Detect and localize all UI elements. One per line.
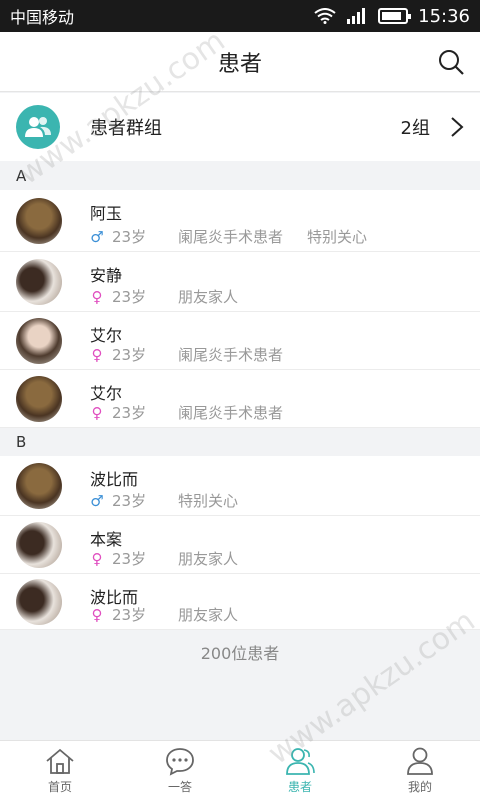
patient-tag: 特别关心 <box>307 228 368 246</box>
wifi-icon <box>314 8 336 24</box>
section-header-b: B <box>0 428 480 456</box>
group-count: 2组 <box>400 118 430 139</box>
patient-age: 23岁 <box>112 550 147 568</box>
patient-meta: ♂ 23岁 阑尾炎手术患者 特别关心 <box>88 226 391 247</box>
patient-count: 200位患者 <box>200 644 280 663</box>
clock: 15:36 <box>418 5 470 27</box>
tab-label: 我的 <box>407 780 432 794</box>
section-header-a: A <box>0 162 480 190</box>
patient-meta: ♀ 23岁 朋友家人 <box>88 548 262 569</box>
patient-name: 本案 <box>90 530 123 549</box>
female-icon: ♀ <box>91 345 103 364</box>
avatar <box>16 522 62 568</box>
patient-age: 23岁 <box>112 606 147 624</box>
tab-label: 患者 <box>287 780 312 794</box>
tab-me[interactable]: 我的 <box>360 741 480 800</box>
patients-icon <box>286 748 315 775</box>
battery-icon <box>378 8 412 24</box>
patient-meta: ♀ 23岁 朋友家人 <box>88 286 262 307</box>
search-icon[interactable] <box>436 47 466 77</box>
patient-row[interactable]: 波比而 ♂ 23岁 特别关心 <box>0 456 480 516</box>
patient-meta: ♀ 23岁 朋友家人 <box>88 604 262 625</box>
tab-qa[interactable]: 一答 <box>120 741 240 800</box>
tab-label: 首页 <box>47 780 72 794</box>
header: 患者 <box>0 32 480 92</box>
group-icon <box>16 105 60 149</box>
patient-name: 艾尔 <box>90 384 123 403</box>
patient-age: 23岁 <box>112 404 147 422</box>
patient-row[interactable]: 艾尔 ♀ 23岁 阑尾炎手术患者 <box>0 370 480 428</box>
avatar <box>16 318 62 364</box>
patient-age: 23岁 <box>112 288 147 306</box>
male-icon: ♂ <box>90 491 104 510</box>
avatar <box>16 579 62 625</box>
tab-label: 一答 <box>167 780 192 794</box>
patient-row[interactable]: 本案 ♀ 23岁 朋友家人 <box>0 516 480 574</box>
patient-row[interactable]: 安静 ♀ 23岁 朋友家人 <box>0 252 480 312</box>
tab-patients[interactable]: 患者 <box>240 741 360 800</box>
patient-tag: 阑尾炎手术患者 <box>178 228 284 246</box>
avatar <box>16 198 62 244</box>
patient-age: 23岁 <box>112 228 147 246</box>
female-icon: ♀ <box>91 605 103 624</box>
patient-name: 安静 <box>90 266 123 285</box>
patient-name: 艾尔 <box>90 326 123 345</box>
avatar <box>16 259 62 305</box>
female-icon: ♀ <box>91 287 103 306</box>
patient-age: 23岁 <box>112 346 147 364</box>
status-icons: 15:36 <box>314 6 470 27</box>
patient-group-row[interactable]: 患者群组 2组 <box>0 93 480 161</box>
female-icon: ♀ <box>91 549 103 568</box>
avatar <box>16 463 62 509</box>
patient-age: 23岁 <box>112 492 147 510</box>
patient-tag: 特别关心 <box>178 492 239 510</box>
patient-row[interactable]: 艾尔 ♀ 23岁 阑尾炎手术患者 <box>0 312 480 370</box>
patient-name: 波比而 <box>90 470 139 489</box>
patient-tag: 朋友家人 <box>178 550 239 568</box>
tab-bar: 首页 一答 患者 我的 <box>0 740 480 800</box>
patient-meta: ♀ 23岁 阑尾炎手术患者 <box>88 402 307 423</box>
chevron-right-icon <box>451 117 464 137</box>
carrier-label: 中国移动 <box>10 8 75 27</box>
user-icon <box>407 747 433 775</box>
chat-bubble-icon <box>166 748 194 776</box>
avatar <box>16 376 62 422</box>
group-label: 患者群组 <box>90 118 162 139</box>
female-icon: ♀ <box>91 403 103 422</box>
patient-name: 阿玉 <box>90 204 123 223</box>
tab-home[interactable]: 首页 <box>0 741 120 800</box>
status-bar: 中国移动 15:36 <box>0 0 480 32</box>
patient-tag: 阑尾炎手术患者 <box>178 404 284 422</box>
patient-tag: 朋友家人 <box>178 288 239 306</box>
page-title: 患者 <box>217 51 262 77</box>
male-icon: ♂ <box>90 227 104 246</box>
patient-meta: ♂ 23岁 特别关心 <box>88 490 262 511</box>
patient-tag: 阑尾炎手术患者 <box>178 346 284 364</box>
patient-meta: ♀ 23岁 阑尾炎手术患者 <box>88 344 307 365</box>
patient-row[interactable]: 波比而 ♀ 23岁 朋友家人 <box>0 574 480 630</box>
patient-tag: 朋友家人 <box>178 606 239 624</box>
signal-icon <box>347 8 366 24</box>
home-icon <box>46 748 74 774</box>
patient-row[interactable]: 阿玉 ♂ 23岁 阑尾炎手术患者 特别关心 <box>0 190 480 252</box>
